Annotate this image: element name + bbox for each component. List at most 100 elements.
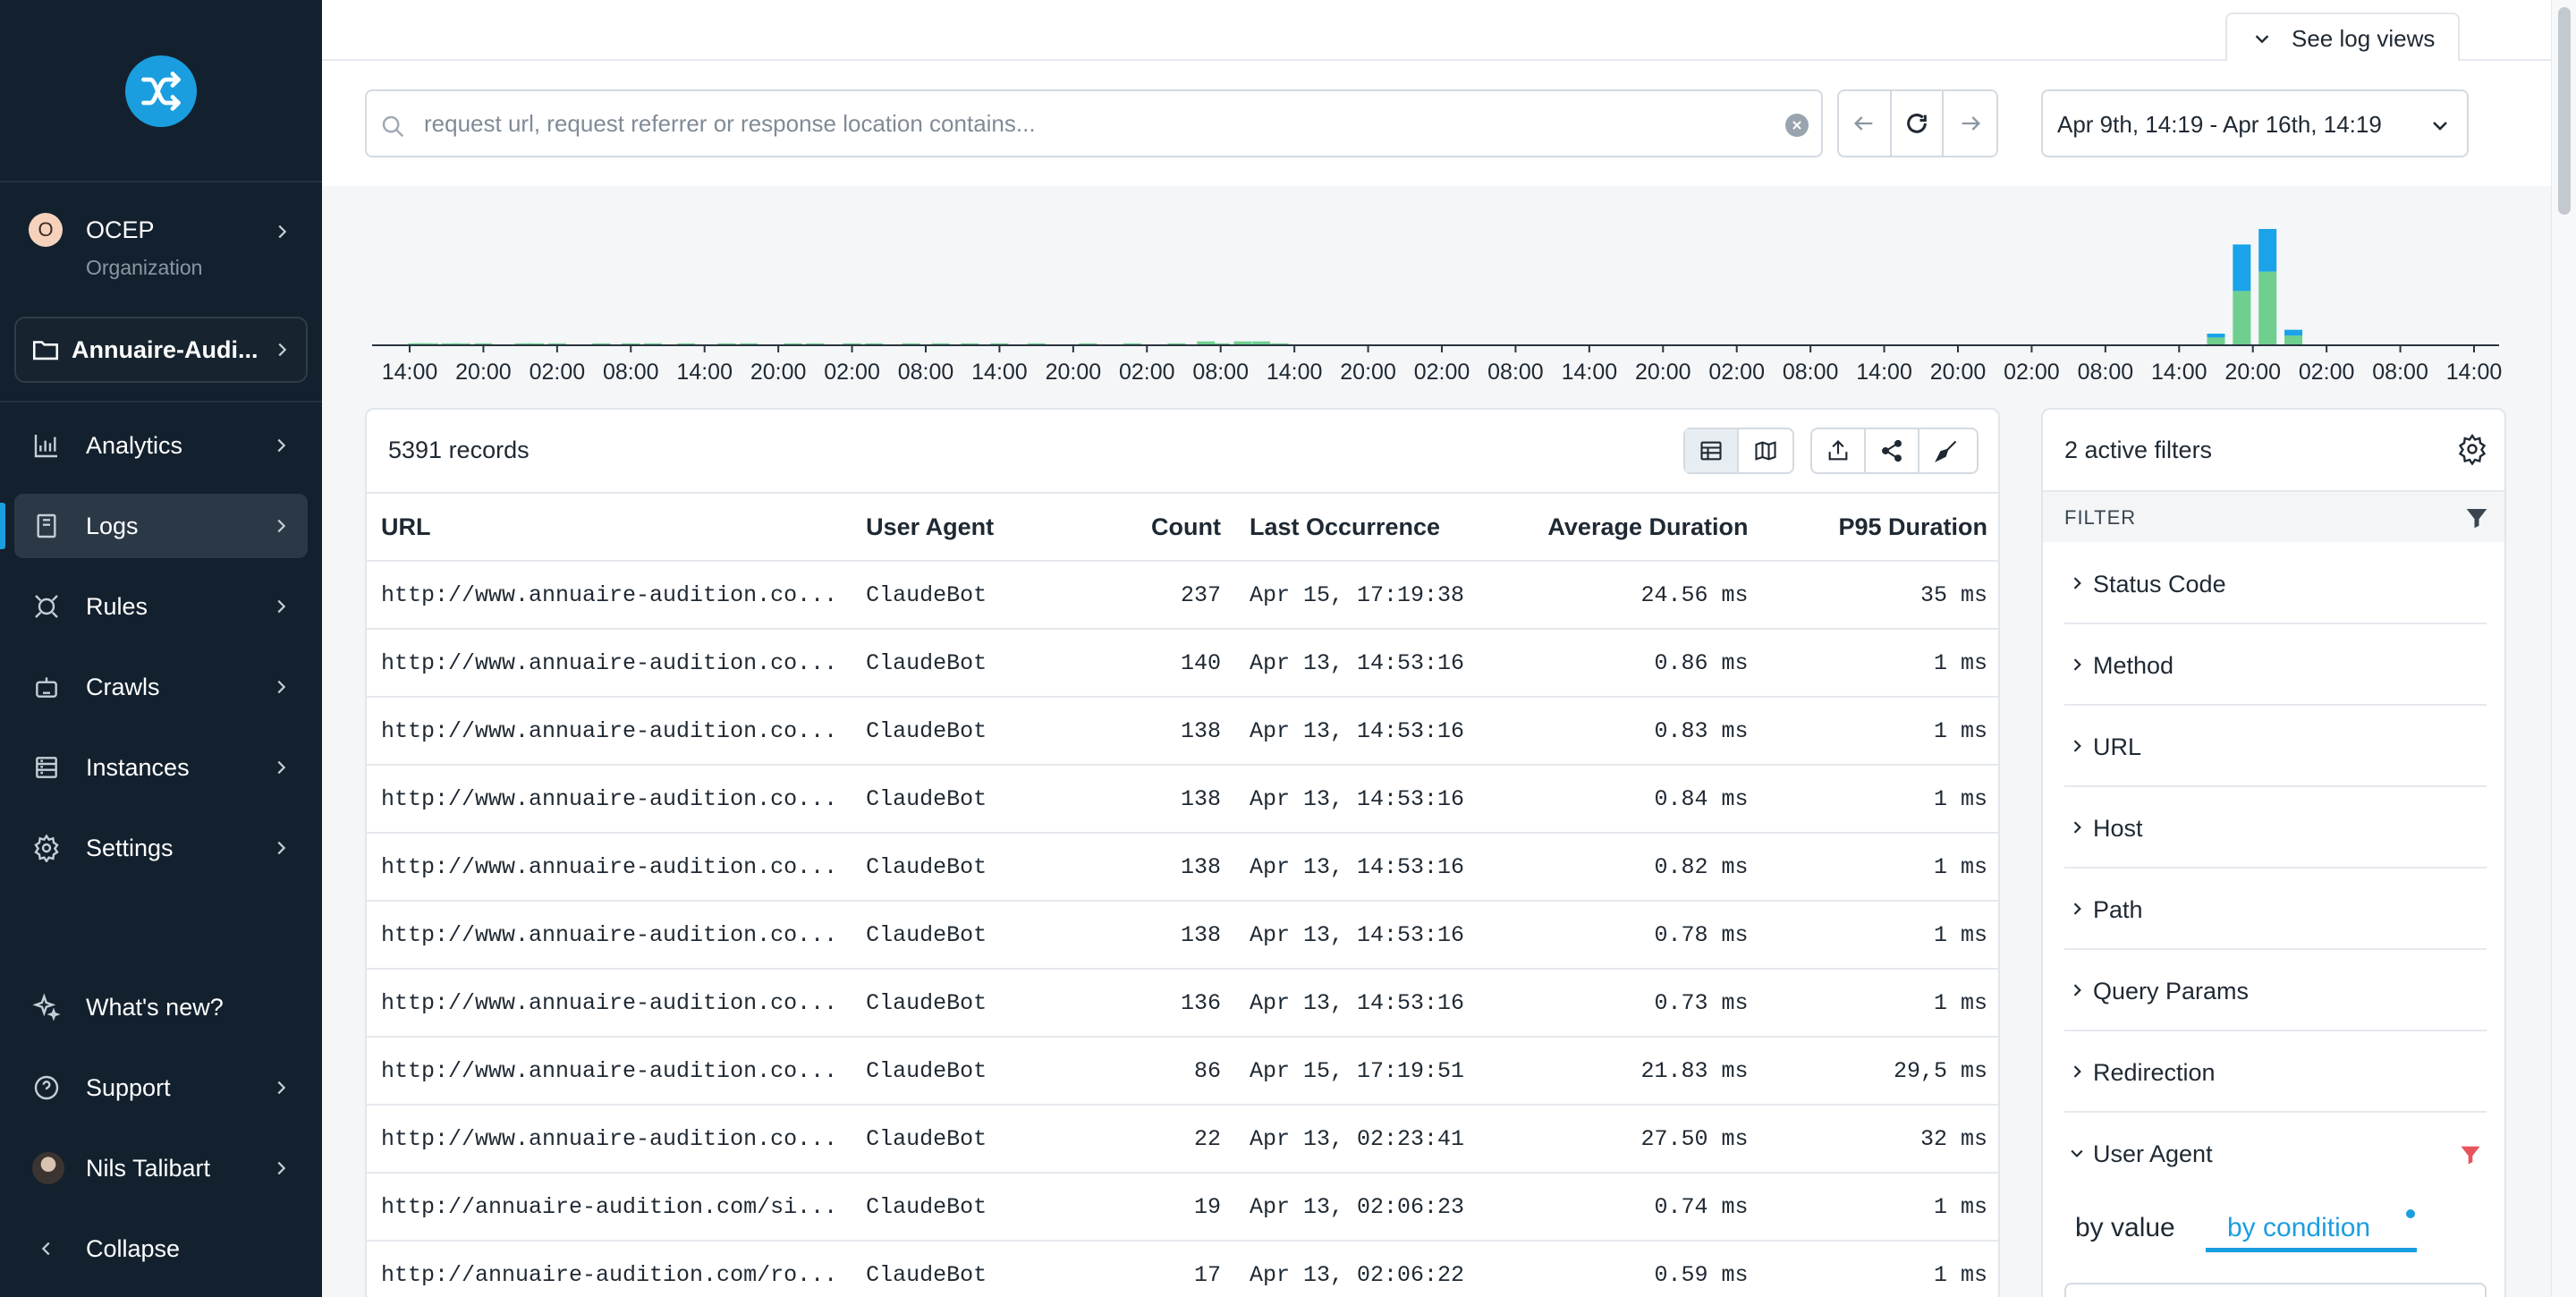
table-row[interactable]: http://annuaire-audition.com/ro... Claude… xyxy=(367,1241,1998,1297)
log-histogram[interactable]: 14:00 20:00 02:00 08:00 14:00 20:00 02:00 08:00… xyxy=(367,215,2504,394)
cell-last-occurrence: Apr 13, 14:53:16 xyxy=(1234,901,1504,970)
table-row[interactable]: http://annuaire-audition.com/si... Claude… xyxy=(367,1173,1998,1242)
clear-search-icon[interactable] xyxy=(1785,114,1809,137)
filter-item-user-agent[interactable]: User Agent xyxy=(2064,1114,2487,1194)
cell-last-occurrence: Apr 13, 14:53:16 xyxy=(1234,969,1504,1038)
table-row[interactable]: http://www.annuaire-audition.co... Claude… xyxy=(367,765,1998,834)
cell-count: 19 xyxy=(1092,1173,1235,1242)
filter-item-status-code[interactable]: Status Code xyxy=(2064,544,2487,624)
cell-count: 138 xyxy=(1092,901,1235,970)
collapse-sidebar-button[interactable]: Collapse xyxy=(14,1216,308,1281)
sidebar-item-rules[interactable]: Rules xyxy=(14,574,308,639)
logs-table: URL User Agent Count Last Occurrence Ave… xyxy=(367,492,1998,1297)
page-scrollbar[interactable] xyxy=(2551,0,2576,1297)
whats-new-link[interactable]: What's new? xyxy=(14,975,308,1039)
previous-period-button[interactable] xyxy=(1839,91,1892,156)
histogram-bar-redirect[interactable] xyxy=(2233,244,2251,292)
histogram-bar-redirect[interactable] xyxy=(2258,229,2277,272)
cell-average-duration: 0.82 ms xyxy=(1503,833,1763,902)
histogram-tick-label: 14:00 xyxy=(1267,360,1323,385)
cell-average-duration: 27.50 ms xyxy=(1503,1105,1763,1174)
table-row[interactable]: http://www.annuaire-audition.co... Claude… xyxy=(367,629,1998,698)
cell-count: 140 xyxy=(1092,629,1235,698)
column-header-average-duration[interactable]: Average Duration xyxy=(1503,492,1763,562)
map-view-button[interactable] xyxy=(1739,429,1792,472)
sidebar-item-label: Instances xyxy=(86,753,190,781)
sidebar-item-analytics[interactable]: Analytics xyxy=(14,413,308,478)
app-logo[interactable] xyxy=(125,55,197,127)
cell-count: 22 xyxy=(1092,1105,1235,1174)
cell-count: 237 xyxy=(1092,561,1235,630)
tab-by-condition[interactable]: by condition xyxy=(2206,1202,2417,1252)
clear-filters-button[interactable] xyxy=(1919,429,1973,472)
table-row[interactable]: http://www.annuaire-audition.co... Claude… xyxy=(367,969,1998,1038)
date-range-value: Apr 9th, 14:19 - Apr 16th, 14:19 xyxy=(2057,111,2382,138)
user-menu[interactable]: Nils Talibart xyxy=(14,1136,308,1200)
column-header-last-occurrence[interactable]: Last Occurrence xyxy=(1234,492,1504,562)
export-button[interactable] xyxy=(1812,429,1866,472)
filter-item-host[interactable]: Host xyxy=(2064,788,2487,869)
folder-icon xyxy=(30,335,61,369)
column-header-p95-duration[interactable]: P95 Duration xyxy=(1762,492,1998,562)
sidebar-item-settings[interactable]: Settings xyxy=(14,816,308,880)
column-header-user-agent[interactable]: User Agent xyxy=(852,492,1093,562)
table-row[interactable]: http://www.annuaire-audition.co... Claude… xyxy=(367,833,1998,902)
table-row[interactable]: http://www.annuaire-audition.co... Claude… xyxy=(367,1037,1998,1106)
filter-item-query-params[interactable]: Query Params xyxy=(2064,951,2487,1031)
table-row[interactable]: http://www.annuaire-audition.co... Claude… xyxy=(367,561,1998,630)
filter-item-url[interactable]: URL xyxy=(2064,707,2487,787)
user-agent-filter-tabs: by value by condition xyxy=(2064,1195,2487,1259)
histogram-tick-label: 02:00 xyxy=(824,360,880,385)
histogram-bar-success[interactable] xyxy=(2258,271,2277,345)
table-view-button[interactable] xyxy=(1685,429,1739,472)
table-row[interactable]: http://www.annuaire-audition.co... Claude… xyxy=(367,697,1998,766)
filter-item-redirection[interactable]: Redirection xyxy=(2064,1032,2487,1113)
cell-p95-duration: 1 ms xyxy=(1762,1173,1998,1242)
share-button[interactable] xyxy=(1866,429,1919,472)
histogram-bar-success[interactable] xyxy=(2207,337,2225,345)
filter-settings-button[interactable] xyxy=(2456,433,2488,470)
cell-url: http://www.annuaire-audition.co... xyxy=(367,1037,852,1106)
project-switcher[interactable]: Annuaire-Audi... xyxy=(14,317,308,383)
histogram-bar-success[interactable] xyxy=(2233,291,2251,345)
filter-item-label: Method xyxy=(2093,652,2174,679)
active-filter-icon xyxy=(2458,1142,2483,1172)
sidebar-item-logs[interactable]: Logs xyxy=(14,494,308,558)
funnel-icon[interactable] xyxy=(2463,504,2490,536)
refresh-button[interactable] xyxy=(1892,91,1945,156)
sidebar-item-instances[interactable]: Instances xyxy=(14,735,308,800)
refresh-icon xyxy=(1907,114,1927,133)
tab-by-value[interactable]: by value xyxy=(2070,1202,2181,1252)
support-link[interactable]: Support xyxy=(14,1055,308,1120)
search-input[interactable] xyxy=(424,104,1739,143)
column-header-url[interactable]: URL xyxy=(367,492,852,562)
histogram-tick-label: 02:00 xyxy=(530,360,586,385)
sidebar-item-label: Analytics xyxy=(86,431,183,459)
cell-count: 138 xyxy=(1092,697,1235,766)
share-icon xyxy=(1882,439,1902,462)
shuffle-icon xyxy=(141,72,181,111)
arrow-left-icon xyxy=(1854,116,1873,131)
column-header-count[interactable]: Count xyxy=(1092,492,1235,562)
cell-average-duration: 0.78 ms xyxy=(1503,901,1763,970)
scrollbar-thumb[interactable] xyxy=(2558,7,2571,215)
filter-item-method[interactable]: Method xyxy=(2064,625,2487,706)
cell-average-duration: 0.74 ms xyxy=(1503,1173,1763,1242)
server-icon xyxy=(30,751,63,784)
cell-user-agent: ClaudeBot xyxy=(852,561,1093,630)
cell-p95-duration: 35 ms xyxy=(1762,561,1998,630)
table-row[interactable]: http://www.annuaire-audition.co... Claude… xyxy=(367,1105,1998,1174)
next-period-button[interactable] xyxy=(1944,91,1996,156)
histogram-bar-redirect[interactable] xyxy=(2207,334,2225,338)
see-log-views-button[interactable]: See log views xyxy=(2225,13,2460,61)
sidebar-item-crawls[interactable]: Crawls xyxy=(14,655,308,719)
organization-switcher[interactable]: O OCEP Organization xyxy=(14,199,308,288)
table-row[interactable]: http://www.annuaire-audition.co... Claude… xyxy=(367,901,1998,970)
filter-item-path[interactable]: Path xyxy=(2064,869,2487,950)
histogram-tick-label: 08:00 xyxy=(603,360,659,385)
histogram-tick-label: 02:00 xyxy=(2299,360,2355,385)
condition-input[interactable] xyxy=(2064,1283,2487,1297)
histogram-bar-redirect[interactable] xyxy=(2284,329,2303,336)
date-range-select[interactable]: Apr 9th, 14:19 - Apr 16th, 14:19 xyxy=(2041,89,2469,157)
histogram-bar-success[interactable] xyxy=(2284,335,2303,345)
